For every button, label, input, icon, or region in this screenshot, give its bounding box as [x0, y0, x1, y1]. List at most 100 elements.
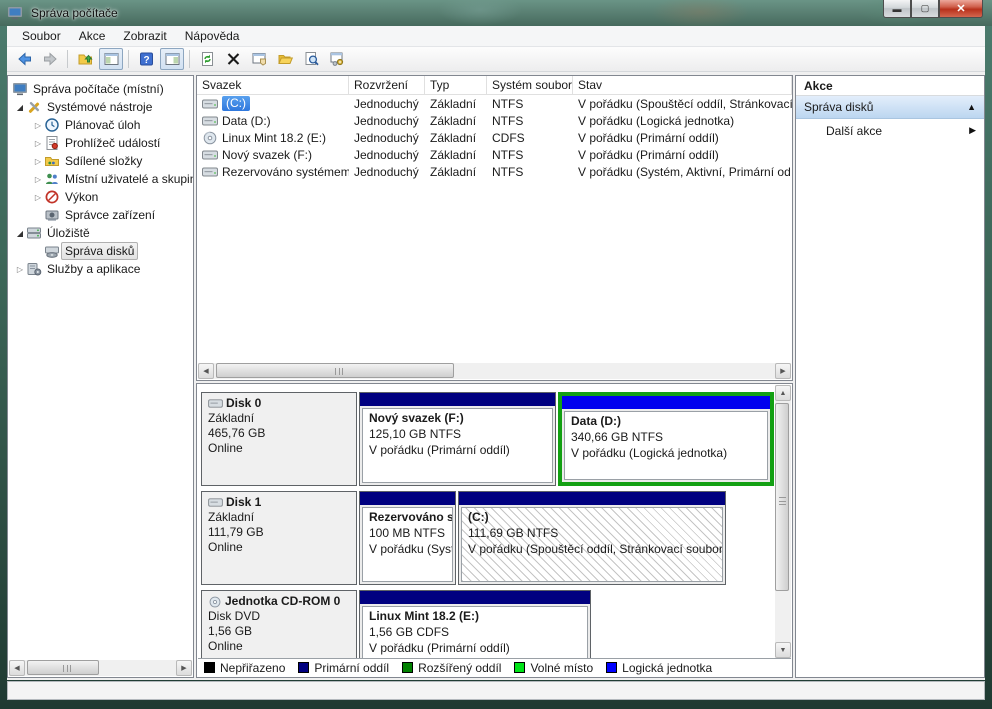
- tree-item-computer-management[interactable]: Správa počítače (místní): [8, 80, 193, 98]
- menu-soubor[interactable]: Soubor: [13, 27, 70, 45]
- column-header-rozvrzeni[interactable]: Rozvržení: [349, 76, 425, 94]
- expander-collapsed-icon[interactable]: ▷: [32, 193, 44, 202]
- disk-vertical-scrollbar[interactable]: ▲ ▼: [775, 385, 791, 658]
- tree-item-local-users-groups[interactable]: ▷ Místní uživatelé a skupiny: [8, 170, 193, 188]
- menu-akce[interactable]: Akce: [70, 27, 115, 45]
- tree-item-disk-management[interactable]: Správa disků: [8, 242, 193, 260]
- menu-zobrazit[interactable]: Zobrazit: [114, 27, 175, 45]
- scroll-right-icon[interactable]: ▶: [176, 660, 192, 676]
- actions-more-actions[interactable]: Další akce ▶: [796, 119, 984, 142]
- partition-stripe: [459, 492, 725, 505]
- scroll-left-icon[interactable]: ◀: [9, 660, 25, 676]
- drive-icon: [202, 166, 218, 178]
- disk-icon: [208, 398, 223, 409]
- partition-legend: Nepřiřazeno Primární oddíl Rozšířený odd…: [198, 658, 791, 676]
- expander-collapsed-icon[interactable]: ▷: [14, 265, 26, 274]
- legend-swatch: [514, 662, 525, 673]
- collapse-icon[interactable]: ▲: [967, 102, 976, 112]
- volume-row-data-d[interactable]: Data (D:) Jednoduchý Základní NTFS V poř…: [197, 112, 792, 129]
- expander-expanded-icon[interactable]: ◢: [14, 103, 26, 112]
- legend-item: Nepřiřazeno: [204, 661, 285, 675]
- maximize-button[interactable]: ▢: [911, 0, 939, 18]
- tree-item-performance[interactable]: ▷ Výkon: [8, 188, 193, 206]
- properties-icon[interactable]: [247, 48, 271, 70]
- column-header-svazek[interactable]: Svazek: [197, 76, 349, 94]
- expander-expanded-icon[interactable]: ◢: [14, 229, 26, 238]
- performance-icon: [44, 189, 61, 205]
- show-action-pane-icon[interactable]: [160, 48, 184, 70]
- column-header-typ[interactable]: Typ: [425, 76, 487, 94]
- expander-collapsed-icon[interactable]: ▷: [32, 175, 44, 184]
- scroll-left-icon[interactable]: ◀: [198, 363, 214, 379]
- disk-graphical-pane: Disk 0 Základní 465,76 GB Online Nový sv…: [196, 383, 793, 678]
- volume-row-novy-svazek-f[interactable]: Nový svazek (F:) Jednoduchý Základní NTF…: [197, 146, 792, 163]
- volume-row-c[interactable]: (C:) Jednoduchý Základní NTFS V pořádku …: [197, 95, 792, 112]
- legend-swatch: [606, 662, 617, 673]
- tree-item-storage[interactable]: ◢ Úložiště: [8, 224, 193, 242]
- column-header-stav[interactable]: Stav: [573, 76, 792, 94]
- drive-icon: [202, 98, 218, 110]
- computer-management-window: { "window": { "title": "Správa počítače"…: [0, 0, 992, 709]
- drive-icon: [202, 115, 218, 127]
- scroll-down-icon[interactable]: ▼: [775, 642, 791, 658]
- event-viewer-icon: [44, 135, 61, 151]
- disk-management-icon: [44, 243, 61, 259]
- console-tree-pane: Správa počítače (místní) ◢ Systémové nás…: [7, 75, 194, 678]
- open-folder-icon[interactable]: [273, 48, 297, 70]
- manage-extensions-icon[interactable]: [325, 48, 349, 70]
- minimize-button[interactable]: ▬: [883, 0, 911, 18]
- legend-swatch: [298, 662, 309, 673]
- actions-pane: Akce Správa disků ▲ Další akce ▶: [795, 75, 985, 678]
- volume-list-pane: Svazek Rozvržení Typ Systém souborů Stav…: [196, 75, 793, 381]
- tree-item-event-viewer[interactable]: ▷ Prohlížeč událostí: [8, 134, 193, 152]
- statusbar: [7, 681, 985, 700]
- scroll-right-icon[interactable]: ▶: [775, 363, 791, 379]
- find-icon[interactable]: [299, 48, 323, 70]
- menubar: Soubor Akce Zobrazit Nápověda: [7, 26, 985, 47]
- center-pane: Svazek Rozvržení Typ Systém souborů Stav…: [196, 75, 793, 678]
- services-icon: [26, 261, 43, 277]
- back-icon[interactable]: [12, 48, 36, 70]
- partition-data-d[interactable]: Data (D:) 340,66 GB NTFS V pořádku (Logi…: [558, 392, 774, 486]
- partition-stripe: [360, 591, 590, 604]
- show-console-tree-icon[interactable]: [99, 48, 123, 70]
- folder-up-icon[interactable]: [73, 48, 97, 70]
- tree-item-system-tools[interactable]: ◢ Systémové nástroje: [8, 98, 193, 116]
- forward-icon[interactable]: [38, 48, 62, 70]
- refresh-icon[interactable]: [195, 48, 219, 70]
- expander-collapsed-icon[interactable]: ▷: [32, 121, 44, 130]
- actions-section-disk-management[interactable]: Správa disků ▲: [796, 96, 984, 119]
- tree-item-device-manager[interactable]: Správce zařízení: [8, 206, 193, 224]
- partition-stripe: [360, 393, 555, 406]
- scroll-up-icon[interactable]: ▲: [775, 385, 791, 401]
- tree-item-shared-folders[interactable]: ▷ Sdílené složky: [8, 152, 193, 170]
- disk0-label[interactable]: Disk 0 Základní 465,76 GB Online: [201, 392, 357, 486]
- actions-title: Akce: [796, 76, 984, 96]
- volume-list-horizontal-scrollbar[interactable]: ◀ ▶: [198, 363, 791, 379]
- close-button[interactable]: ✕: [939, 0, 983, 18]
- tree-horizontal-scrollbar[interactable]: ◀ ▶: [9, 660, 192, 676]
- tree-item-services-applications[interactable]: ▷ Služby a aplikace: [8, 260, 193, 278]
- volume-list-header: Svazek Rozvržení Typ Systém souborů Stav: [197, 76, 792, 95]
- partition-novy-svazek-f[interactable]: Nový svazek (F:) 125,10 GB NTFS V pořádk…: [359, 392, 556, 486]
- volume-row-rezervovano-systemem[interactable]: Rezervováno systémem Jednoduchý Základní…: [197, 163, 792, 180]
- svg-text:?: ?: [143, 55, 149, 66]
- disk1-label[interactable]: Disk 1 Základní 111,79 GB Online: [201, 491, 357, 585]
- column-header-system-souboru[interactable]: Systém souborů: [487, 76, 573, 94]
- partition-c[interactable]: (C:) 111,69 GB NTFS V pořádku (Spouštěcí…: [458, 491, 726, 585]
- partition-rezervovano-systemem[interactable]: Rezervováno sy 100 MB NTFS V pořádku (Sy…: [359, 491, 456, 585]
- partition-linux-mint-e[interactable]: Linux Mint 18.2 (E:) 1,56 GB CDFS V pořá…: [359, 590, 591, 658]
- delete-icon[interactable]: [221, 48, 245, 70]
- volume-row-linux-mint-e[interactable]: Linux Mint 18.2 (E:) Jednoduchý Základní…: [197, 129, 792, 146]
- help-icon[interactable]: ?: [134, 48, 158, 70]
- drive-icon: [202, 149, 218, 161]
- cdrom0-label[interactable]: Jednotka CD-ROM 0 Disk DVD 1,56 GB Onlin…: [201, 590, 357, 658]
- legend-swatch: [402, 662, 413, 673]
- tree-item-task-scheduler[interactable]: ▷ Plánovač úloh: [8, 116, 193, 134]
- expander-collapsed-icon[interactable]: ▷: [32, 139, 44, 148]
- expander-collapsed-icon[interactable]: ▷: [32, 157, 44, 166]
- computer-icon: [12, 81, 29, 97]
- disk-row-cdrom-0: Jednotka CD-ROM 0 Disk DVD 1,56 GB Onlin…: [201, 590, 593, 658]
- menu-napoveda[interactable]: Nápověda: [176, 27, 249, 45]
- titlebar[interactable]: Správa počítače ▬ ▢ ✕: [0, 0, 992, 26]
